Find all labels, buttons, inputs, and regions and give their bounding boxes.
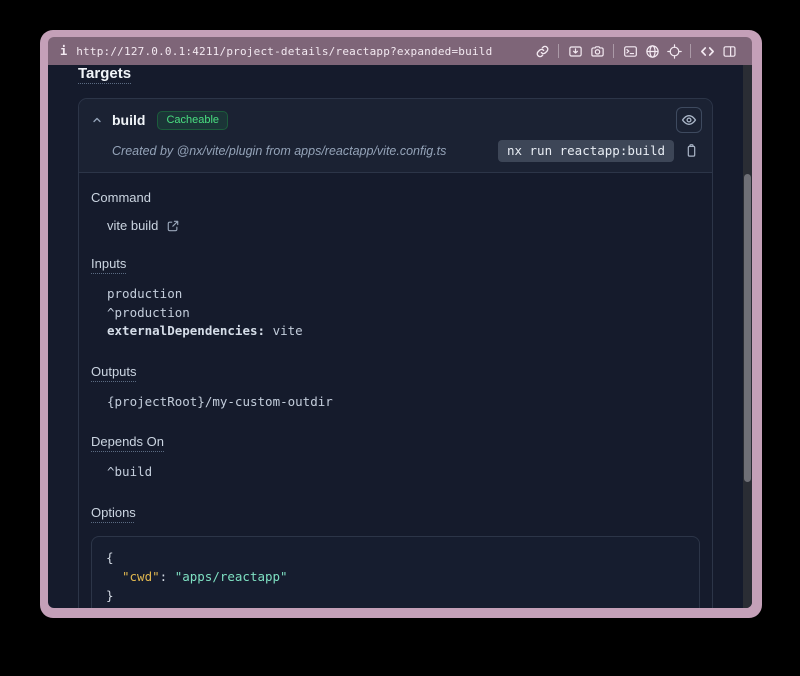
input-item: externalDependencies: vite [107,322,700,341]
save-page-icon[interactable] [564,40,586,62]
scrollbar-thumb[interactable] [744,174,751,482]
input-item: production [107,285,700,304]
eye-icon [681,112,697,128]
command-value: vite build [107,218,158,233]
card-divider [79,172,712,173]
section-heading-outputs: Outputs [91,364,700,379]
build-card-header[interactable]: build Cacheable Created by @nx/vite/plug… [79,99,712,172]
toolbar-divider [558,44,559,58]
target-name-build: build [112,112,145,128]
created-by-text: Created by @nx/vite/plugin from apps/rea… [112,144,446,158]
output-item: {projectRoot}/my-custom-outdir [107,393,700,412]
crosshair-icon[interactable] [663,40,685,62]
toolbar-divider [690,44,691,58]
scrollbar-track[interactable] [743,65,752,608]
input-item: ^production [107,304,700,323]
camera-icon[interactable] [586,40,608,62]
terminal-icon[interactable] [619,40,641,62]
toolbar-divider [613,44,614,58]
section-heading-command: Command [91,190,700,205]
external-link-icon[interactable] [166,219,180,233]
view-target-button[interactable] [676,107,702,133]
target-card-build: build Cacheable Created by @nx/vite/plug… [78,98,713,608]
run-command-chip: nx run reactapp:build [498,140,674,162]
info-icon: i [60,44,67,58]
section-heading-depends-on: Depends On [91,434,700,449]
cacheable-badge: Cacheable [157,111,228,130]
section-heading-inputs: Inputs [91,256,700,271]
options-code-block: {"cwd": "apps/reactapp"} [91,536,700,609]
browser-window: i http://127.0.0.1:4211/project-details/… [40,30,762,618]
depends-on-item: ^build [107,463,700,482]
globe-icon[interactable] [641,40,663,62]
url-field[interactable]: http://127.0.0.1:4211/project-details/re… [76,45,492,58]
build-card-body: Command vite build Inputs [79,190,712,608]
page-content: Targets build Cacheable [48,65,752,608]
link-icon[interactable] [531,40,553,62]
section-heading-options: Options [91,505,700,520]
chevron-up-icon[interactable] [91,114,103,126]
code-icon[interactable] [696,40,718,62]
copy-icon [684,143,699,158]
copy-button[interactable] [684,143,700,159]
split-panel-icon[interactable] [718,40,740,62]
browser-toolbar: i http://127.0.0.1:4211/project-details/… [48,37,752,65]
page-title: Targets [78,65,131,82]
